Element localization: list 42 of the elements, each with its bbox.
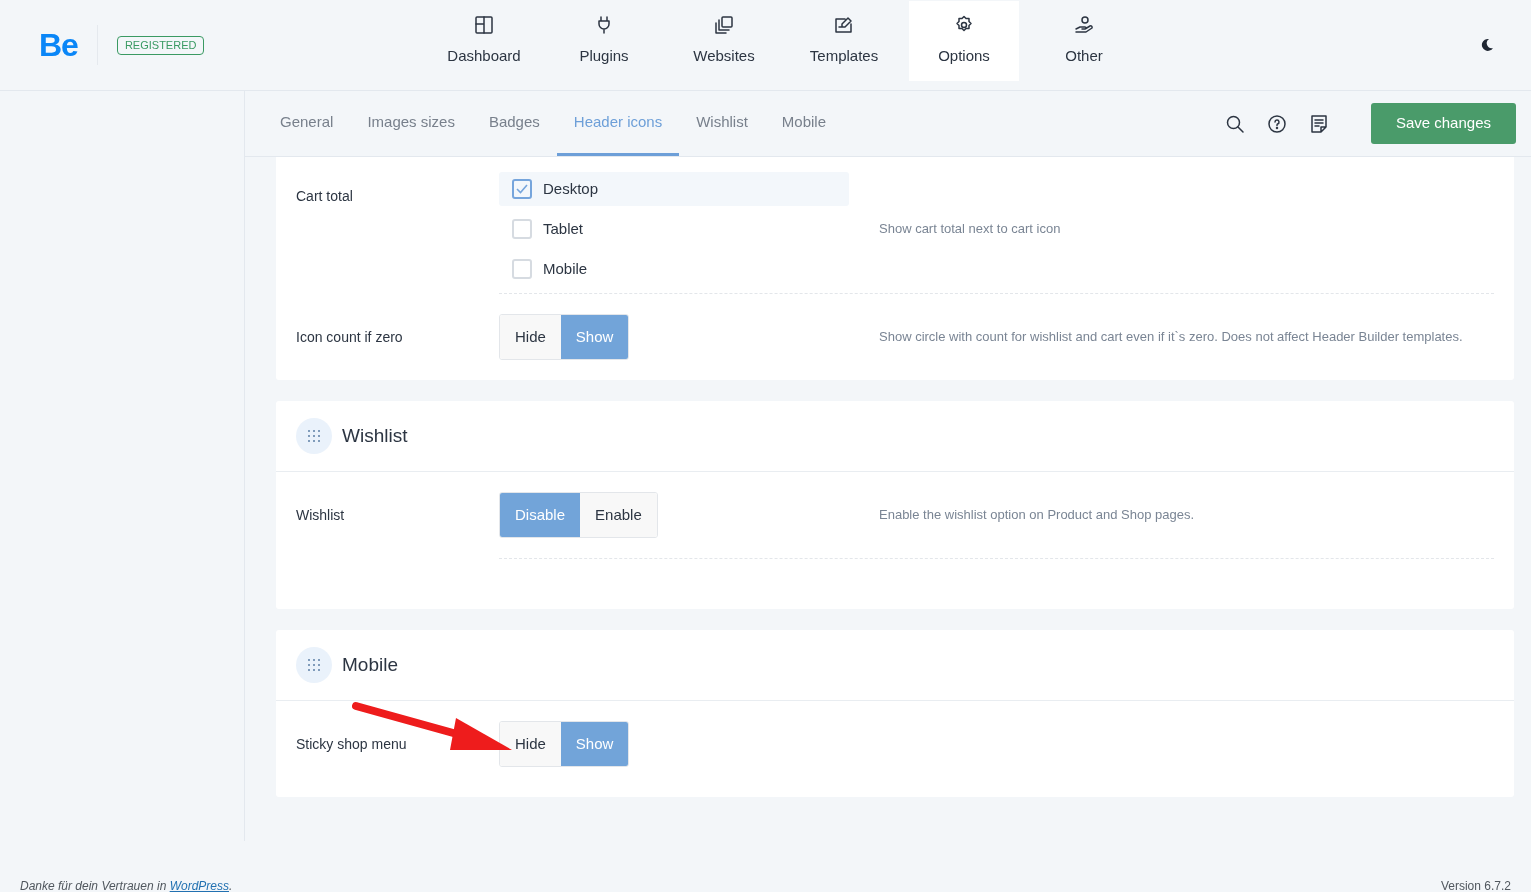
section-title: Mobile: [342, 652, 398, 677]
edit-icon: [834, 14, 854, 35]
checkbox-option[interactable]: Tablet: [499, 212, 849, 246]
toggle-option[interactable]: Enable: [580, 493, 657, 537]
checkbox-option[interactable]: Mobile: [499, 252, 849, 286]
checkbox-option[interactable]: Desktop: [499, 172, 849, 206]
settings-tab[interactable]: Mobile: [764, 91, 844, 156]
checkbox[interactable]: [512, 179, 532, 199]
nav-tab[interactable]: Plugins: [549, 1, 659, 81]
version-text: Version 6.7.2: [1440, 880, 1511, 892]
layout-grid-icon: [474, 14, 494, 35]
nav-tab[interactable]: Other: [1029, 1, 1139, 81]
copies-icon: [714, 14, 734, 35]
setting-label: Icon count if zero: [296, 327, 403, 347]
settings-tab[interactable]: General: [263, 91, 351, 156]
nav-tab[interactable]: Options: [909, 1, 1019, 81]
drag-handle-icon[interactable]: [296, 647, 332, 683]
toggle-option[interactable]: Hide: [500, 722, 561, 766]
toggle-option[interactable]: Hide: [500, 315, 561, 359]
setting-label: Wishlist: [296, 505, 345, 525]
notes-icon[interactable]: [1308, 113, 1329, 134]
setting-description: Show cart total next to cart icon: [879, 220, 1062, 238]
checkmark-icon: [516, 184, 528, 194]
hand-person-icon: [1074, 14, 1094, 35]
nav-tab[interactable]: Websites: [669, 1, 779, 81]
footer-thanks: Danke für dein Vertrauen in WordPress.: [20, 880, 233, 892]
nav-tab[interactable]: Templates: [789, 1, 899, 81]
registered-badge: REGISTERED: [116, 35, 205, 55]
help-icon[interactable]: [1266, 113, 1287, 134]
moon-icon[interactable]: [1480, 38, 1494, 52]
settings-tab[interactable]: Images sizes: [350, 91, 472, 156]
settings-tab[interactable]: Wishlist: [679, 91, 765, 156]
drag-handle-icon[interactable]: [296, 418, 332, 454]
setting-label: Sticky shop menu: [296, 734, 407, 754]
section-title: Wishlist: [342, 423, 408, 448]
wordpress-link[interactable]: WordPress: [169, 879, 229, 892]
nav-tab[interactable]: Dashboard: [429, 1, 539, 81]
setting-label: Cart total: [296, 188, 353, 204]
search-icon[interactable]: [1224, 113, 1245, 134]
settings-tab[interactable]: Badges: [471, 91, 557, 156]
setting-description: Enable the wishlist option on Product and Shop pages.: [879, 506, 1196, 524]
setting-description: Show circle with count for wishlist and cart even if it`s zero. Does not affect Header Builder templates.: [879, 328, 1464, 346]
